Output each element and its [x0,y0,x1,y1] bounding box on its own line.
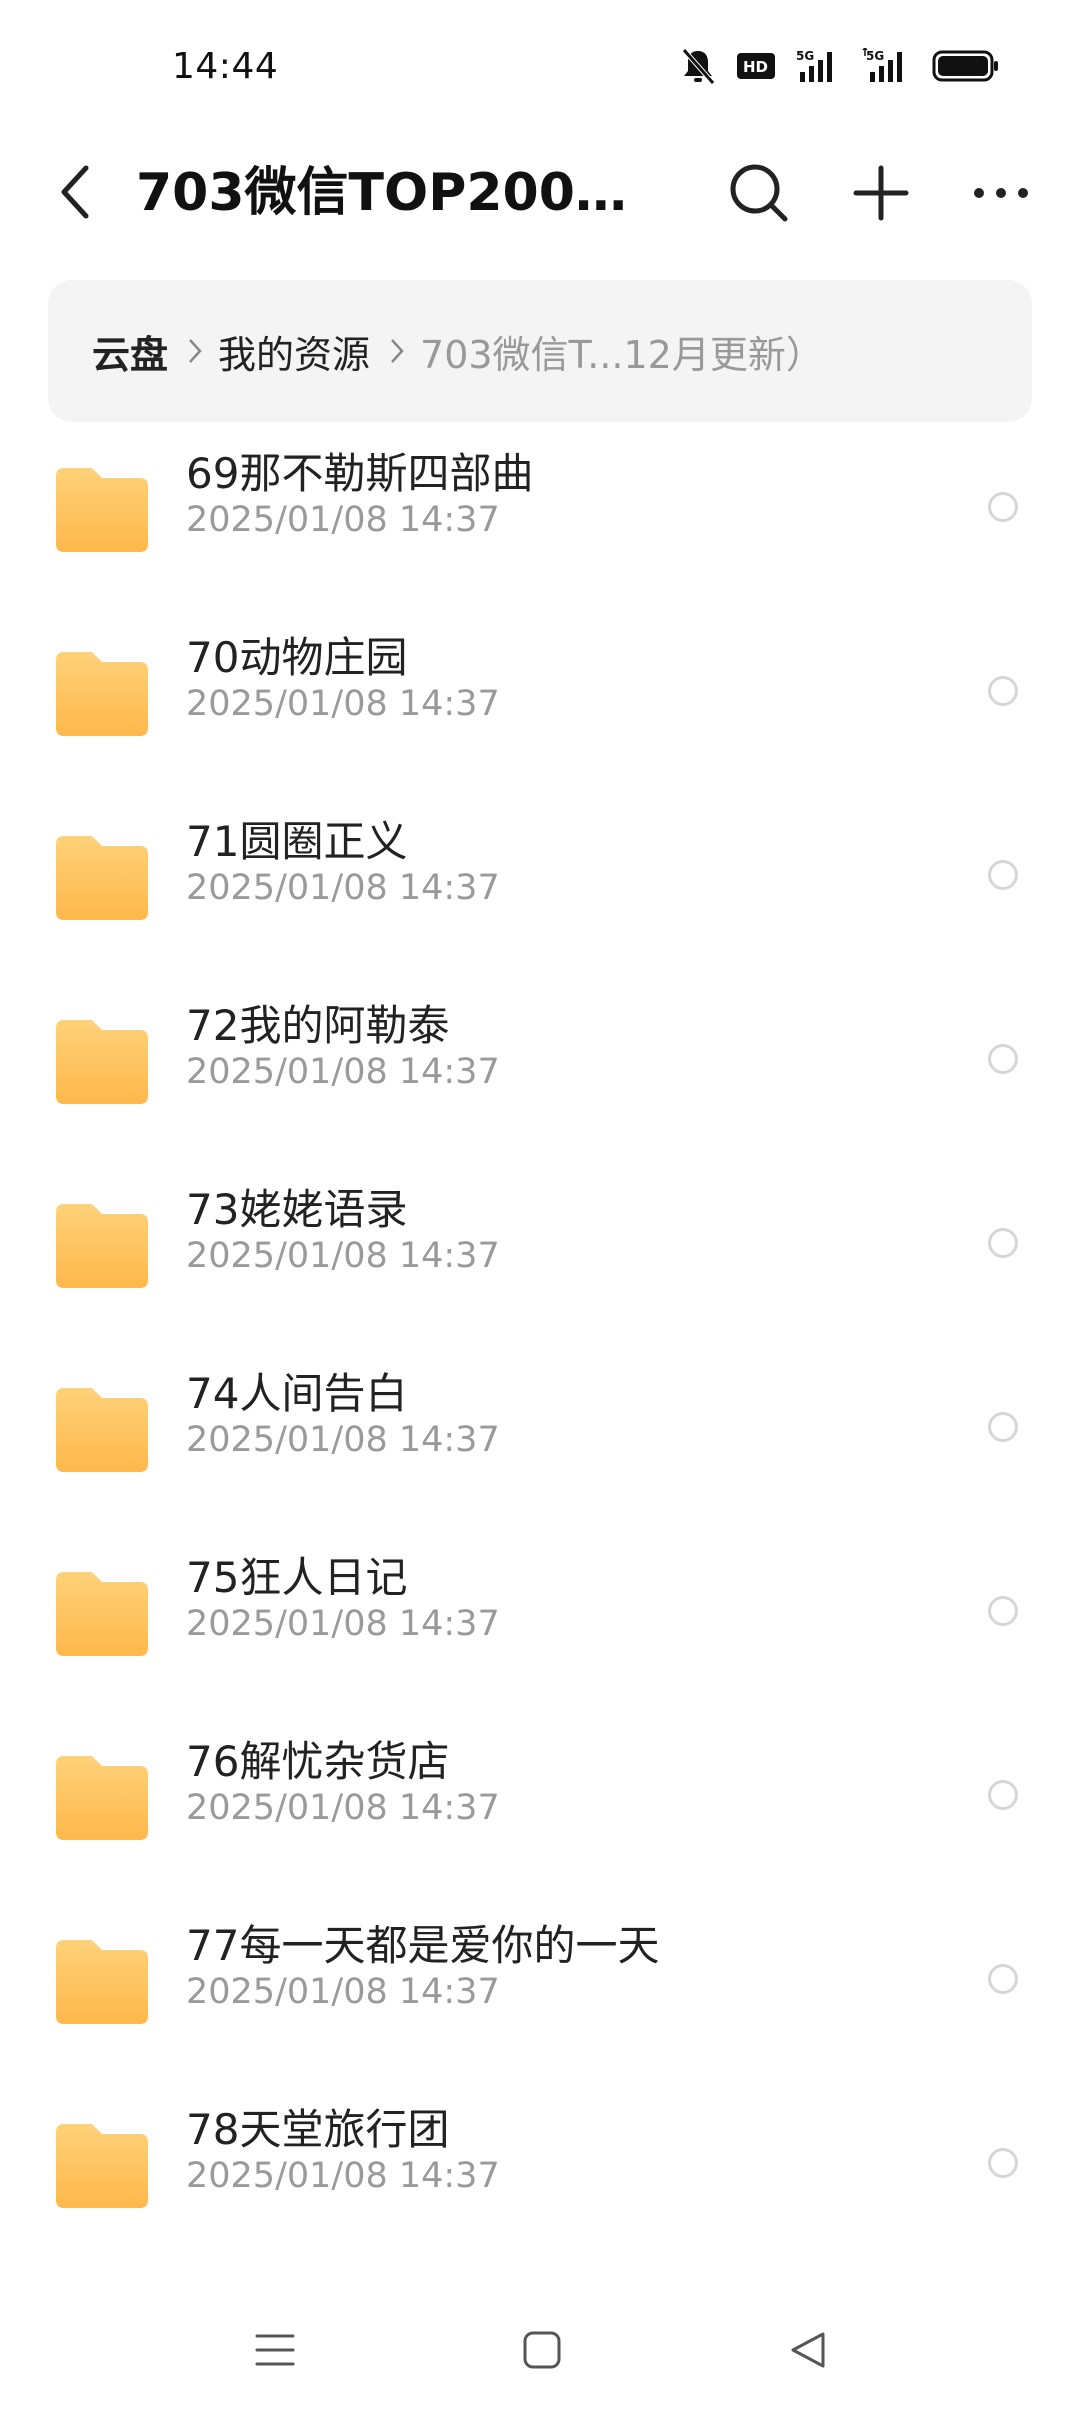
hd-icon: HD [736,51,776,81]
folder-icon [52,1562,152,1662]
file-name: 70动物庄园 [186,633,408,682]
folder-icon [52,1194,152,1294]
select-checkbox[interactable] [988,1780,1018,1810]
select-checkbox[interactable] [988,1412,1018,1442]
folder-icon [52,1746,152,1846]
folder-icon [52,826,152,926]
file-name: 77每一天都是爱你的一天 [186,1921,660,1970]
list-item[interactable]: 71圆圈正义 2025/01/08 14:37 [0,784,1080,968]
file-name: 72我的阿勒泰 [186,1001,450,1050]
home-button[interactable] [512,2322,572,2382]
select-checkbox[interactable] [988,1964,1018,1994]
search-button[interactable] [724,160,794,230]
list-item[interactable]: 72我的阿勒泰 2025/01/08 14:37 [0,968,1080,1152]
battery-icon [932,49,1000,83]
list-item[interactable]: 69那不勒斯四部曲 2025/01/08 14:37 [0,416,1080,600]
breadcrumb-root[interactable]: 云盘 [92,324,168,379]
file-date: 2025/01/08 14:37 [186,1420,500,1460]
file-date: 2025/01/08 14:37 [186,500,500,540]
search-icon [729,163,789,227]
breadcrumb: 云盘 我的资源 703微信T...12月更新） [48,280,1032,422]
file-date: 2025/01/08 14:37 [186,2156,500,2196]
status-bar: 14:44 HD 5G 5G [0,0,1080,130]
recent-apps-button[interactable] [245,2322,305,2382]
list-item[interactable]: 75狂人日记 2025/01/08 14:37 [0,1520,1080,1704]
select-checkbox[interactable] [988,2148,1018,2178]
svg-text:5G: 5G [866,49,884,63]
folder-icon [52,1378,152,1478]
chevron-right-icon [390,338,404,364]
signal-5g-icon: 5G [796,48,842,84]
list-item[interactable]: 74人间告白 2025/01/08 14:37 [0,1336,1080,1520]
back-button[interactable] [50,164,100,224]
system-back-button[interactable] [778,2322,838,2382]
file-name: 71圆圈正义 [186,817,408,866]
list-item[interactable]: 73姥姥语录 2025/01/08 14:37 [0,1152,1080,1336]
home-square-icon [522,2330,562,2374]
file-date: 2025/01/08 14:37 [186,1972,500,2012]
header-bar: 703微信TOP200书... [0,140,1080,250]
folder-icon [52,1010,152,1110]
select-checkbox[interactable] [988,1228,1018,1258]
back-triangle-icon [788,2330,828,2374]
status-time: 14:44 [172,46,279,87]
breadcrumb-middle[interactable]: 我的资源 [218,324,370,379]
folder-icon [52,2114,152,2214]
more-horizontal-icon [973,185,1029,205]
file-date: 2025/01/08 14:37 [186,684,500,724]
more-button[interactable] [966,160,1036,230]
file-date: 2025/01/08 14:37 [186,1788,500,1828]
file-name: 76解忧杂货店 [186,1737,450,1786]
list-item[interactable]: 77每一天都是爱你的一天 2025/01/08 14:37 [0,1888,1080,2072]
file-date: 2025/01/08 14:37 [186,1052,500,1092]
file-date: 2025/01/08 14:37 [186,868,500,908]
folder-icon [52,458,152,558]
folder-icon [52,1930,152,2030]
file-name: 78天堂旅行团 [186,2105,450,2154]
list-item[interactable]: 76解忧杂货店 2025/01/08 14:37 [0,1704,1080,1888]
file-name: 74人间告白 [186,1369,408,1418]
add-button[interactable] [846,160,916,230]
status-icons: HD 5G 5G [680,46,1000,86]
system-nav-bar [0,2300,1080,2412]
chevron-right-icon [188,338,202,364]
svg-text:HD: HD [743,58,768,76]
select-checkbox[interactable] [988,860,1018,890]
menu-icon [255,2332,295,2372]
file-name: 69那不勒斯四部曲 [186,449,534,498]
signal-5g-icon: 5G [862,48,912,84]
select-checkbox[interactable] [988,1596,1018,1626]
chevron-left-icon [58,164,92,224]
svg-text:5G: 5G [796,49,814,63]
file-date: 2025/01/08 14:37 [186,1236,500,1276]
plus-icon [853,165,909,225]
breadcrumb-current: 703微信T...12月更新） [420,332,824,377]
file-name: 75狂人日记 [186,1553,408,1602]
file-list: 69那不勒斯四部曲 2025/01/08 14:37 70动物庄园 2025/0… [0,430,1080,2270]
folder-icon [52,642,152,742]
select-checkbox[interactable] [988,492,1018,522]
file-date: 2025/01/08 14:37 [186,1604,500,1644]
bell-muted-icon [680,47,716,85]
page-title: 703微信TOP200书... [136,163,656,223]
select-checkbox[interactable] [988,1044,1018,1074]
list-item[interactable]: 78天堂旅行团 2025/01/08 14:37 [0,2072,1080,2256]
list-item[interactable]: 70动物庄园 2025/01/08 14:37 [0,600,1080,784]
file-name: 73姥姥语录 [186,1185,408,1234]
select-checkbox[interactable] [988,676,1018,706]
